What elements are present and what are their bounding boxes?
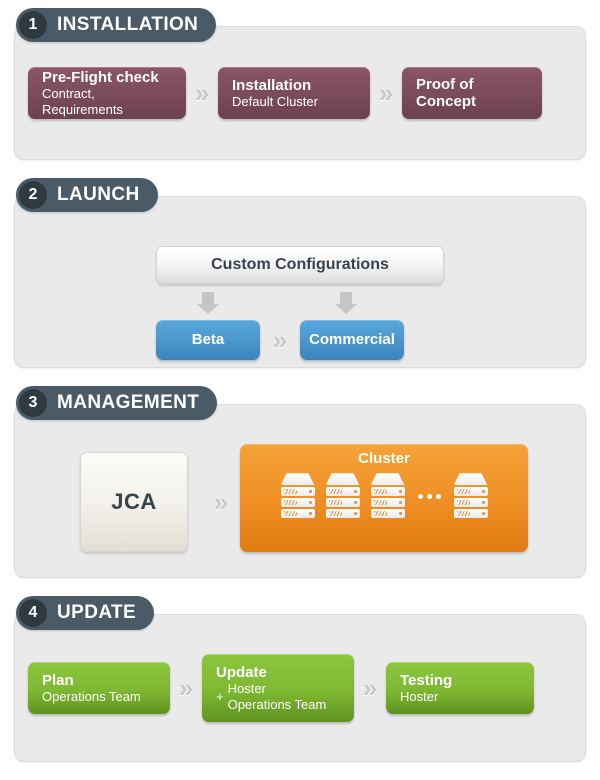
stage-title: LAUNCH bbox=[57, 184, 140, 205]
server-rack-icon bbox=[280, 473, 315, 520]
box-title: Testing bbox=[400, 671, 453, 689]
stage-update: 4 UPDATE Plan Operations Team » Update +… bbox=[14, 596, 586, 762]
launch-flow-row: Beta » Commercial bbox=[156, 320, 404, 360]
box-subtitle: Operations Team bbox=[42, 688, 141, 704]
box-subtitle: Default Cluster bbox=[232, 93, 318, 109]
box-title: Pre-Flight check bbox=[42, 68, 159, 86]
box-title: JCA bbox=[111, 489, 157, 515]
flow-box-cluster[interactable]: Cluster bbox=[240, 444, 528, 552]
box-title: Update bbox=[216, 663, 267, 681]
flow-box-testing[interactable]: Testing Hoster bbox=[386, 662, 534, 714]
stage-installation: 1 INSTALLATION Pre-Flight check Contract… bbox=[14, 8, 586, 160]
box-title: Beta bbox=[191, 331, 225, 349]
chevron-right-icon: » bbox=[213, 487, 229, 517]
stage-number: 2 bbox=[19, 181, 47, 209]
server-rack-group bbox=[240, 473, 528, 520]
stage-badge-management[interactable]: 3 MANAGEMENT bbox=[16, 386, 218, 420]
stage-badge-launch[interactable]: 2 LAUNCH bbox=[16, 178, 158, 212]
stage-number: 3 bbox=[19, 389, 47, 417]
box-subtitle-line-2: Operations Team bbox=[227, 696, 327, 712]
flow-box-plan[interactable]: Plan Operations Team bbox=[28, 662, 170, 714]
flow-box-beta[interactable]: Beta bbox=[156, 320, 260, 360]
plus-symbol: + bbox=[216, 689, 224, 705]
stage-launch: 2 LAUNCH Custom Configurations Beta » Co… bbox=[14, 178, 586, 368]
chevron-right-icon: » bbox=[272, 325, 288, 355]
stage-flow-area: Custom Configurations Beta » Commercial bbox=[14, 196, 586, 368]
branch-arrows bbox=[14, 290, 586, 316]
server-rack-icon bbox=[370, 473, 405, 520]
elbow-arrow-down-right-icon bbox=[335, 292, 357, 314]
stage-flow-row: Plan Operations Team » Update + Hoster O… bbox=[14, 614, 586, 762]
flow-box-pre-flight-check[interactable]: Pre-Flight check Contract, Requirements bbox=[28, 67, 186, 119]
stage-flow-row: Pre-Flight check Contract, Requirements … bbox=[14, 26, 586, 160]
box-title: Installation bbox=[232, 76, 312, 94]
stage-title: MANAGEMENT bbox=[57, 392, 200, 413]
stage-number: 1 bbox=[19, 11, 47, 39]
flow-box-commercial[interactable]: Commercial bbox=[300, 320, 404, 360]
flow-box-jca[interactable]: JCA bbox=[80, 452, 188, 552]
stage-badge-installation[interactable]: 1 INSTALLATION bbox=[16, 8, 217, 42]
stage-number: 4 bbox=[19, 599, 47, 627]
chevron-right-icon: » bbox=[194, 78, 210, 108]
box-subtitle: Hoster bbox=[400, 688, 439, 704]
stage-flow-area: JCA » Cluster bbox=[14, 404, 586, 578]
flow-box-proof-of-concept[interactable]: Proof of Concept bbox=[402, 67, 542, 119]
stage-badge-update[interactable]: 4 UPDATE bbox=[16, 596, 155, 630]
box-subtitle: Contract, Requirements bbox=[42, 86, 123, 117]
box-title: Proof of Concept bbox=[416, 75, 476, 110]
stage-management: 3 MANAGEMENT JCA » Cluster bbox=[14, 386, 586, 578]
server-rack-icon bbox=[453, 473, 488, 520]
chevron-right-icon: » bbox=[362, 673, 378, 703]
stage-title: INSTALLATION bbox=[57, 14, 199, 35]
box-title: Plan bbox=[42, 671, 74, 689]
chevron-right-icon: » bbox=[378, 78, 394, 108]
box-title: Cluster bbox=[358, 450, 410, 467]
elbow-arrow-down-left-icon bbox=[197, 292, 219, 314]
chevron-right-icon: » bbox=[178, 673, 194, 703]
box-subtitle-group: + Hoster Operations Team bbox=[216, 681, 340, 712]
box-subtitle-line-1: Hoster bbox=[227, 681, 266, 697]
flow-box-installation[interactable]: Installation Default Cluster bbox=[218, 67, 370, 119]
flow-box-update[interactable]: Update + Hoster Operations Team bbox=[202, 654, 354, 722]
server-rack-icon bbox=[325, 473, 360, 520]
box-title: Commercial bbox=[309, 331, 395, 349]
stage-title: UPDATE bbox=[57, 602, 137, 623]
flow-box-custom-configurations[interactable]: Custom Configurations bbox=[156, 246, 444, 284]
lifecycle-diagram: 1 INSTALLATION Pre-Flight check Contract… bbox=[0, 0, 600, 780]
box-title: Custom Configurations bbox=[211, 255, 389, 273]
ellipsis-icon bbox=[416, 494, 443, 500]
